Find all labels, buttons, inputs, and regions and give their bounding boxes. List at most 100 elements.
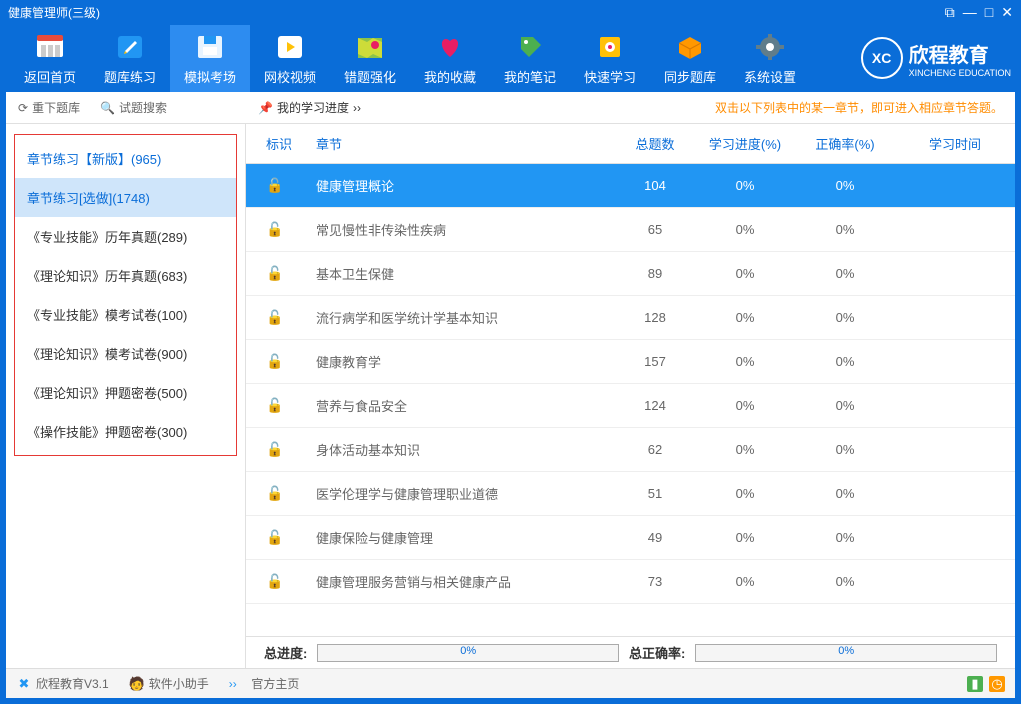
cell-total: 89	[615, 266, 695, 281]
toolbar-notes[interactable]: 我的笔记	[490, 25, 570, 92]
toolbar-sync[interactable]: 同步题库	[650, 25, 730, 92]
cell-progress: 0%	[695, 530, 795, 545]
table-body: 🔓健康管理概论1040%0%🔓常见慢性非传染性疾病650%0%🔓基本卫生保健89…	[246, 164, 1015, 636]
cell-progress: 0%	[695, 266, 795, 281]
window-controls: ⧉ — □ ✕	[945, 4, 1013, 21]
toolbar-practice[interactable]: 题库练习	[90, 25, 170, 92]
sidebar-item[interactable]: 《理论知识》押题密卷(500)	[15, 373, 236, 412]
total-correct-bar: 0%	[695, 644, 997, 662]
lock-icon: 🔓	[266, 441, 283, 457]
close-square-icon: ✖	[16, 676, 32, 692]
my-progress[interactable]: 📌我的学习进度 ››	[258, 99, 361, 116]
col-chapter: 章节	[306, 134, 615, 153]
toolbar-mock-exam[interactable]: 模拟考场	[170, 25, 250, 92]
table-row[interactable]: 🔓健康教育学1570%0%	[246, 340, 1015, 384]
chapter-table: 标识 章节 总题数 学习进度(%) 正确率(%) 学习时间 🔓 健康管理概论104…	[246, 124, 1015, 668]
minimize-icon[interactable]: —	[963, 4, 977, 21]
sidebar-item[interactable]: 《理论知识》历年真题(683)	[15, 256, 236, 295]
close-icon[interactable]: ✕	[1001, 4, 1013, 21]
logo-cn: 欣程教育	[909, 39, 1011, 68]
toolbar-home[interactable]: 返回首页	[10, 25, 90, 92]
chart-icon[interactable]: ▮	[967, 676, 983, 692]
sidebar-item[interactable]: 章节练习[选做](1748)	[15, 178, 236, 217]
sidebar-item[interactable]: 《专业技能》历年真题(289)	[15, 217, 236, 256]
table-row[interactable]: 🔓健康管理服务营销与相关健康产品730%0%	[246, 560, 1015, 604]
cell-total: 104	[615, 178, 695, 193]
cell-progress: 0%	[695, 354, 795, 369]
table-row[interactable]: 🔓流行病学和医学统计学基本知识1280%0%	[246, 296, 1015, 340]
cell-total: 128	[615, 310, 695, 325]
cell-correct: 0%	[795, 310, 895, 325]
app-version[interactable]: ✖欣程教育V3.1	[16, 675, 109, 692]
cell-progress: 0%	[695, 574, 795, 589]
software-helper[interactable]: 🧑软件小助手	[129, 675, 209, 692]
table-row[interactable]: 🔓健康管理概论1040%0%	[246, 164, 1015, 208]
sidebar-item[interactable]: 章节练习【新版】(965)	[15, 139, 236, 178]
sidebar-item[interactable]: 《理论知识》模考试卷(900)	[15, 334, 236, 373]
cell-chapter: 营养与食品安全	[306, 396, 615, 415]
table-row[interactable]: 🔓营养与食品安全1240%0%	[246, 384, 1015, 428]
sidebar-list: 章节练习【新版】(965)章节练习[选做](1748)《专业技能》历年真题(28…	[14, 134, 237, 456]
cell-correct: 0%	[795, 486, 895, 501]
official-home[interactable]: ›› 官方主页	[229, 675, 300, 692]
sidebar-item[interactable]: 《操作技能》押题密卷(300)	[15, 412, 236, 451]
cell-total: 65	[615, 222, 695, 237]
sidebar-item[interactable]: 《专业技能》模考试卷(100)	[15, 295, 236, 334]
cell-progress: 0%	[695, 486, 795, 501]
heart-icon	[434, 31, 466, 63]
cell-correct: 0%	[795, 398, 895, 413]
col-correct: 正确率(%)	[795, 134, 895, 153]
logo: XC 欣程教育 XINCHENG EDUCATION	[861, 37, 1011, 79]
home-icon	[34, 31, 66, 63]
reload-questions[interactable]: ⟳重下题库	[18, 99, 80, 116]
pencil-icon	[114, 31, 146, 63]
titlebar: 健康管理师(三级) ⧉ — □ ✕	[0, 0, 1021, 24]
col-time: 学习时间	[895, 134, 1015, 153]
col-progress: 学习进度(%)	[695, 134, 795, 153]
table-row[interactable]: 🔓基本卫生保健890%0%	[246, 252, 1015, 296]
col-mark: 标识	[246, 134, 306, 153]
cell-chapter: 基本卫生保健	[306, 264, 615, 283]
cell-total: 51	[615, 486, 695, 501]
total-progress-bar: 0%	[317, 644, 619, 662]
statusbar: ✖欣程教育V3.1 🧑软件小助手 ›› 官方主页 ▮ ◷	[6, 668, 1015, 698]
play-icon	[274, 31, 306, 63]
cell-correct: 0%	[795, 574, 895, 589]
toolbar-settings[interactable]: 系统设置	[730, 25, 810, 92]
cell-correct: 0%	[795, 222, 895, 237]
cell-correct: 0%	[795, 530, 895, 545]
lock-icon: 🔓	[266, 309, 283, 325]
lock-icon: 🔓	[266, 529, 283, 545]
clock-icon[interactable]: ◷	[989, 676, 1005, 692]
logo-badge: XC	[861, 37, 903, 79]
lock-icon: 🔓	[266, 573, 283, 589]
save-icon	[194, 31, 226, 63]
table-row[interactable]: 🔓健康保险与健康管理490%0%	[246, 516, 1015, 560]
footer-progress: 总进度: 0% 总正确率: 0%	[246, 636, 1015, 668]
main-toolbar: 返回首页 题库练习 模拟考场 网校视频 错题强化 我的收藏 我的笔记 快速学习	[0, 24, 1021, 92]
cell-chapter: 常见慢性非传染性疾病	[306, 220, 615, 239]
table-row[interactable]: 🔓身体活动基本知识620%0%	[246, 428, 1015, 472]
search-questions[interactable]: 🔍试题搜索	[100, 99, 167, 116]
table-row[interactable]: 🔓常见慢性非传染性疾病650%0%	[246, 208, 1015, 252]
cell-progress: 0%	[695, 178, 795, 193]
table-row[interactable]: 🔓医学伦理学与健康管理职业道德510%0%	[246, 472, 1015, 516]
toolbar-quick[interactable]: 快速学习	[570, 25, 650, 92]
cell-progress: 0%	[695, 398, 795, 413]
lock-icon: 🔓	[266, 177, 283, 193]
lock-icon: 🔓	[266, 485, 283, 501]
cell-chapter: 健康管理概论	[306, 176, 615, 195]
cell-chapter: 医学伦理学与健康管理职业道德	[306, 484, 615, 503]
toolbar-video[interactable]: 网校视频	[250, 25, 330, 92]
maximize-icon[interactable]: □	[985, 4, 993, 21]
cell-chapter: 流行病学和医学统计学基本知识	[306, 308, 615, 327]
cell-total: 73	[615, 574, 695, 589]
toolbar-favorite[interactable]: 我的收藏	[410, 25, 490, 92]
logo-en: XINCHENG EDUCATION	[909, 68, 1011, 78]
cell-total: 157	[615, 354, 695, 369]
box-icon	[674, 31, 706, 63]
safe-icon	[594, 31, 626, 63]
toolbar-wrong[interactable]: 错题强化	[330, 25, 410, 92]
restore-icon[interactable]: ⧉	[945, 4, 955, 21]
table-header: 标识 章节 总题数 学习进度(%) 正确率(%) 学习时间	[246, 124, 1015, 164]
